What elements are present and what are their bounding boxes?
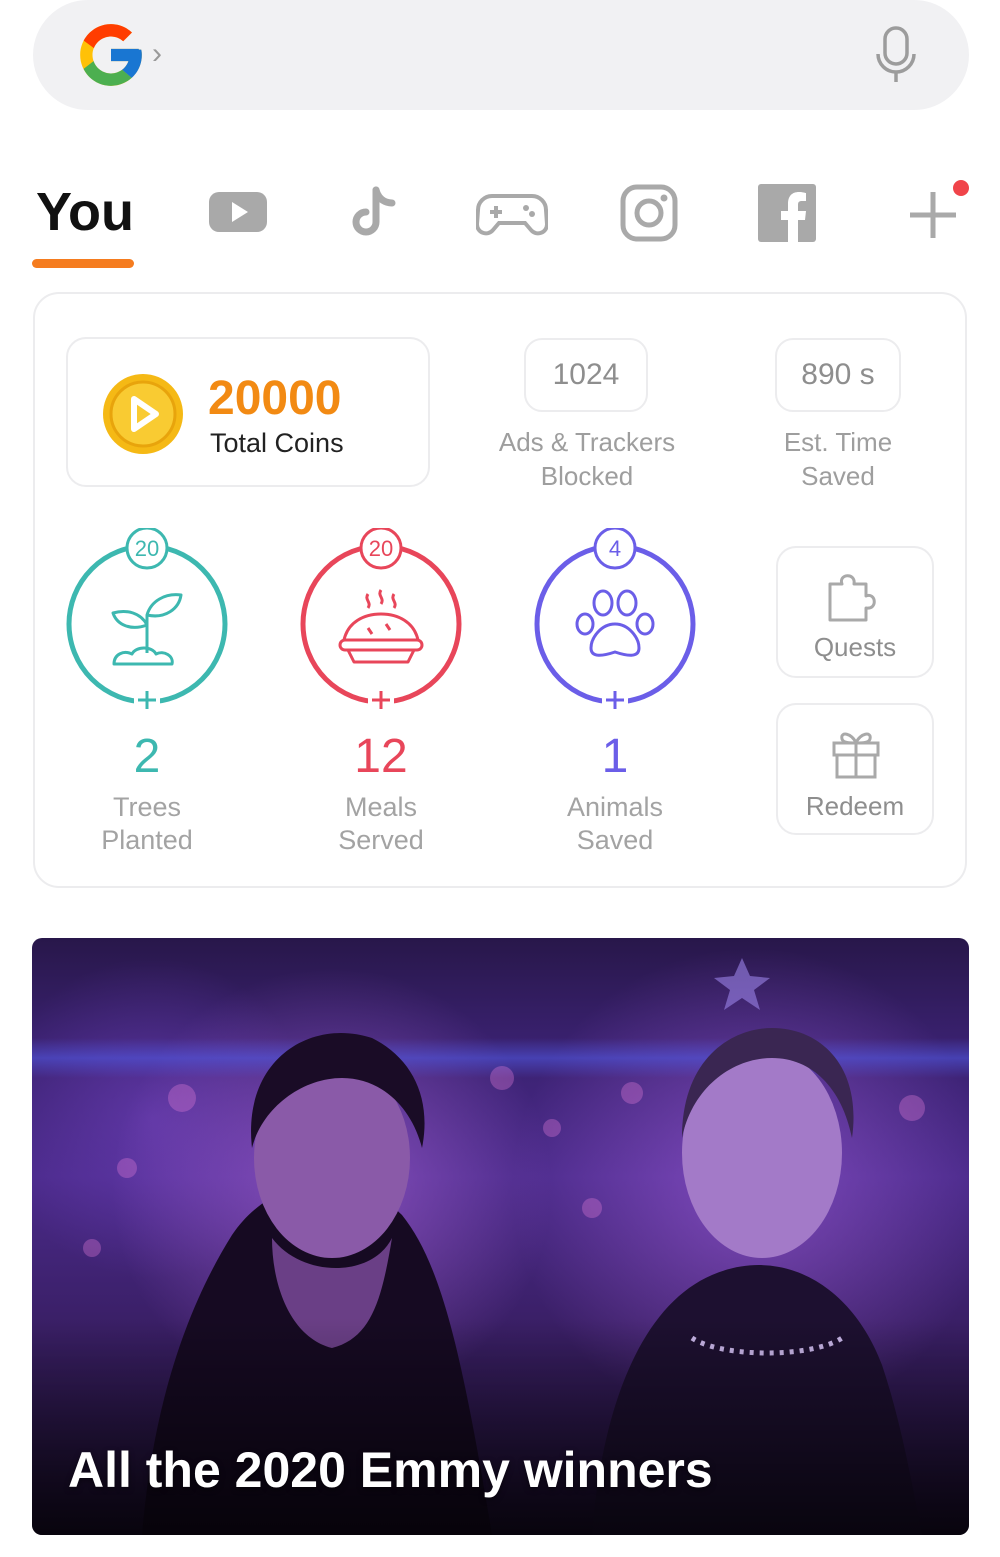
puzzle-icon	[828, 574, 876, 622]
chevron-right-icon: ›	[152, 37, 162, 70]
tiktok-icon[interactable]	[346, 184, 404, 244]
meals-ring-icon: 20	[300, 528, 462, 712]
gamepad-icon[interactable]	[476, 190, 548, 238]
facebook-icon[interactable]	[758, 184, 816, 242]
microphone-icon[interactable]	[868, 24, 924, 86]
redeem-button[interactable]: Redeem	[776, 703, 934, 835]
time-saved-value: 890 s	[775, 338, 901, 412]
notification-dot	[953, 180, 969, 196]
meals-label-line2: Served	[338, 825, 424, 855]
trees-count: 2	[133, 730, 161, 783]
trees-ring-icon: 20	[66, 528, 228, 712]
impact-meals[interactable]: 20	[296, 528, 466, 718]
quests-button[interactable]: Quests	[776, 546, 934, 678]
meals-badge: 20	[369, 536, 393, 561]
redeem-label: Redeem	[805, 791, 905, 821]
coins-label: Total Coins	[210, 428, 344, 458]
impact-trees[interactable]: 20	[62, 528, 232, 718]
trees-badge: 20	[135, 536, 159, 561]
add-icon[interactable]	[906, 188, 960, 242]
youtube-icon[interactable]	[208, 190, 268, 234]
trees-label-line1: Trees	[112, 792, 181, 822]
paw-icon	[575, 589, 655, 657]
time-saved-label-line1: Est. Time	[783, 427, 893, 457]
quests-label: Quests	[813, 632, 897, 662]
pie-icon	[338, 589, 424, 664]
animals-label-line2: Saved	[576, 825, 654, 855]
news-title[interactable]: All the 2020 Emmy winners	[68, 1438, 713, 1502]
meals-count: 12	[354, 730, 408, 783]
coin-icon	[103, 374, 183, 454]
ads-blocked-label: Ads & Trackers Blocked	[460, 425, 714, 493]
instagram-icon[interactable]	[620, 184, 678, 242]
tab-you[interactable]: You	[36, 178, 134, 246]
time-saved-label-line2: Saved	[801, 461, 875, 491]
impact-animals[interactable]: 4	[530, 528, 700, 718]
ads-blocked-label-line2: Blocked	[540, 461, 634, 491]
animals-badge: 4	[609, 536, 621, 561]
time-saved-label: Est. Time Saved	[738, 425, 938, 493]
ads-blocked-value: 1024	[524, 338, 648, 412]
sprout-icon	[111, 593, 183, 666]
trees-label-line2: Planted	[101, 825, 193, 855]
animals-ring-icon: 4	[534, 528, 696, 712]
google-logo-icon	[80, 24, 142, 86]
animals-label-line1: Animals	[566, 792, 664, 822]
gift-icon	[832, 732, 880, 779]
active-tab-indicator	[32, 259, 134, 268]
meals-label-line1: Meals	[344, 792, 418, 822]
ads-blocked-label-line1: Ads & Trackers	[498, 427, 676, 457]
search-input[interactable]	[185, 30, 849, 82]
coins-value: 20000	[208, 372, 342, 425]
animals-count: 1	[601, 730, 629, 783]
